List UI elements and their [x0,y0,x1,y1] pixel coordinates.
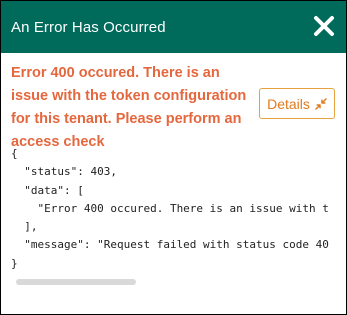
response-json: { "status": 403, "data": [ "Error 400 oc… [11,145,336,273]
code-line: { [11,147,18,160]
code-line: "Error 400 occured. There is an issue wi… [11,201,329,215]
code-line: ], [11,220,38,234]
code-line: "status": 403, [11,165,117,179]
details-button[interactable]: Details [259,88,335,119]
code-line: } [11,256,18,270]
close-icon [314,16,334,36]
horizontal-scrollbar[interactable] [16,279,136,285]
code-line: "data": [ [11,183,84,197]
collapse-arrows-icon [315,97,327,110]
error-message: Error 400 occured. There is an issue wit… [11,65,247,150]
details-button-label: Details [267,95,310,112]
dialog-title: An Error Has Occurred [11,18,166,36]
code-line: "message": "Request failed with status c… [11,238,329,252]
error-dialog: An Error Has Occurred Error 400 occured.… [0,0,347,315]
dialog-header: An Error Has Occurred [1,1,346,53]
close-button[interactable] [312,14,336,38]
response-code-panel[interactable]: { "status": 403, "data": [ "Error 400 oc… [11,145,336,285]
